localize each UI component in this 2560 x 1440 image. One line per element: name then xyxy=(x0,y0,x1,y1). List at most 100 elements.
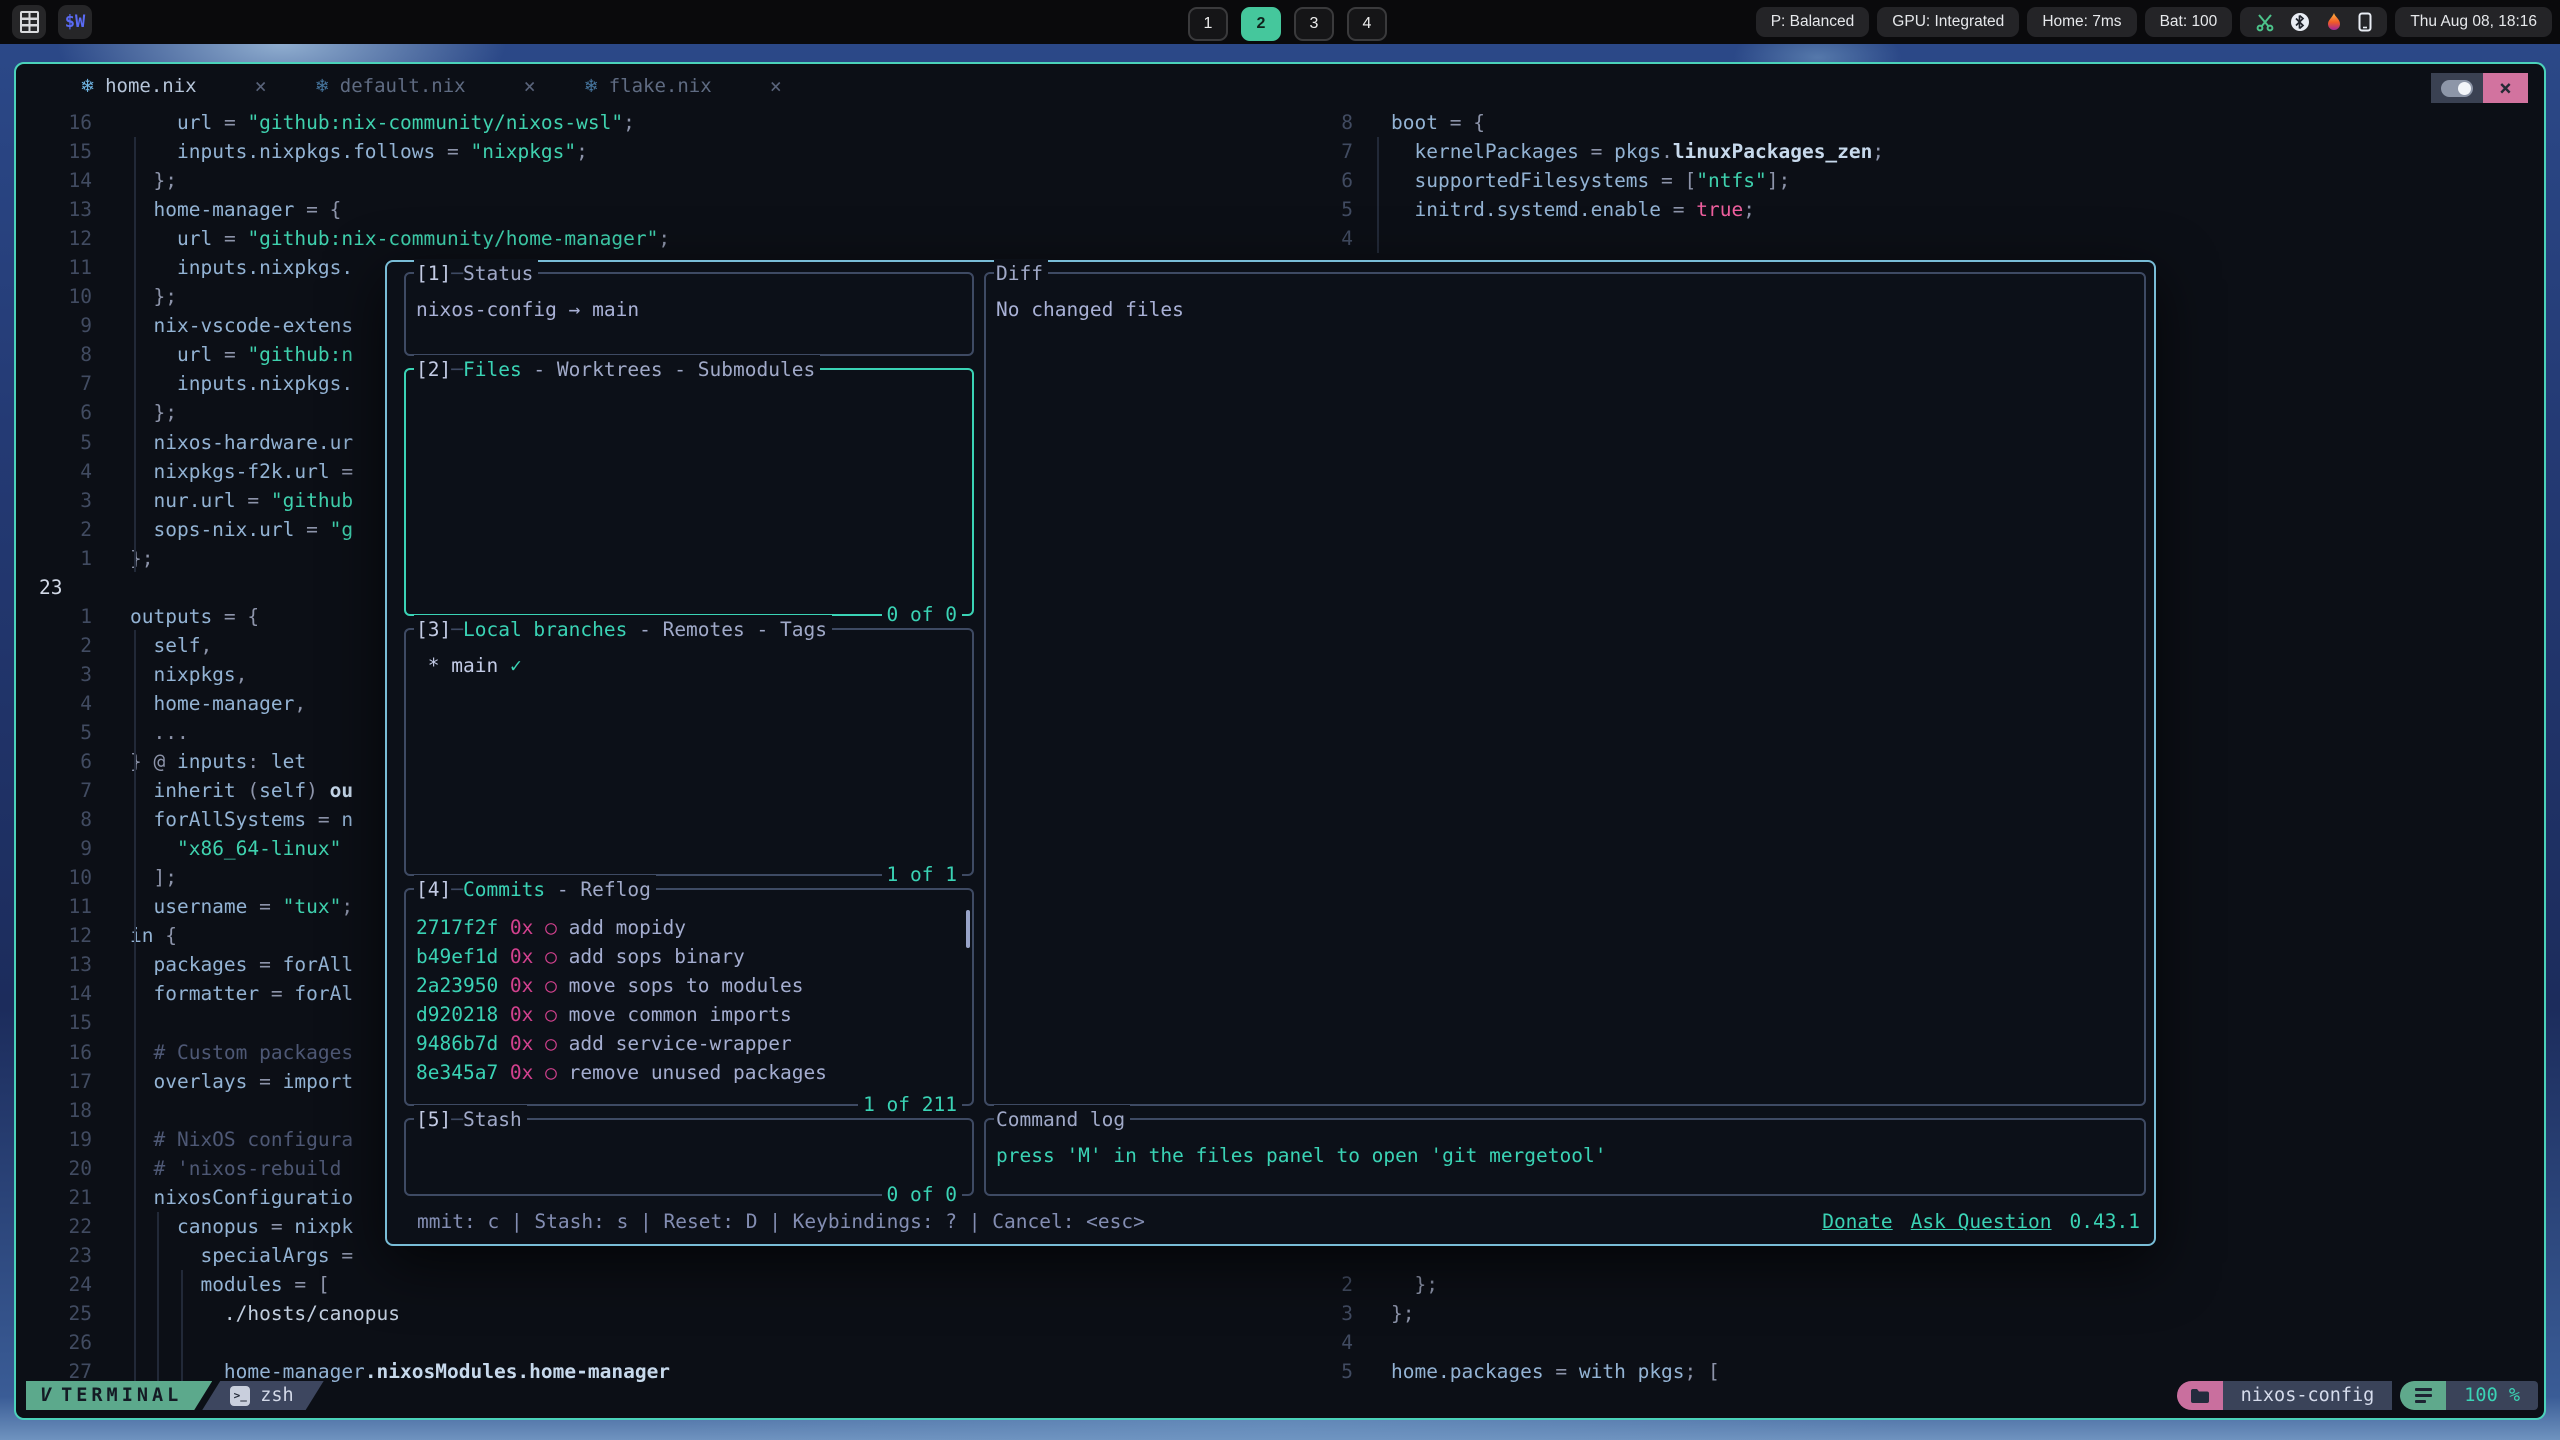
ask-question-link[interactable]: Ask Question xyxy=(1911,1207,2052,1236)
tab-close-icon[interactable]: × xyxy=(524,74,536,98)
commit-hash: b49ef1d xyxy=(416,942,510,971)
line-number: 10 xyxy=(16,282,92,311)
commit-row[interactable]: 9486b7d 0x ○ add service-wrapper xyxy=(416,1029,962,1058)
flame-icon xyxy=(2325,12,2343,32)
lazygit-stash-panel[interactable]: [5]─Stash 0 of 0 xyxy=(404,1118,974,1196)
commit-author-tag: 0x xyxy=(510,1000,545,1029)
commit-hash: 8e345a7 xyxy=(416,1058,510,1087)
phone-icon xyxy=(2358,12,2372,32)
workspace-button-1[interactable]: 1 xyxy=(1188,7,1228,41)
commits-count: 1 of 211 xyxy=(858,1090,962,1119)
branches-count: 1 of 1 xyxy=(882,860,962,889)
line-number: 8 xyxy=(16,340,92,369)
tab-home.nix[interactable]: ❄home.nix× xyxy=(80,74,267,98)
tab-default.nix[interactable]: ❄default.nix× xyxy=(315,74,536,98)
commit-message: add service-wrapper xyxy=(569,1029,792,1058)
code-text: supportedFilesystems = ["ntfs"]; xyxy=(1391,166,1790,195)
lazygit-commits-panel[interactable]: [4]─Commits - Reflog 2717f2f 0x ○ add mo… xyxy=(404,888,974,1106)
code-text: # 'nixos-rebuild xyxy=(130,1154,341,1183)
code-line: 4 xyxy=(1320,224,1884,253)
commit-graph-node: ○ xyxy=(545,913,568,942)
commit-message: remove unused packages xyxy=(569,1058,827,1087)
lazygit-branches-panel[interactable]: [3]─Local branches - Remotes - Tags * ma… xyxy=(404,628,974,876)
workspace-button-3[interactable]: 3 xyxy=(1294,7,1334,41)
line-number: 16 xyxy=(16,108,92,137)
commit-row[interactable]: d920218 0x ○ move common imports xyxy=(416,1000,962,1029)
code-text: } @ inputs: let xyxy=(130,747,306,776)
line-number: 3 xyxy=(16,660,92,689)
clock[interactable]: Thu Aug 08, 18:16 xyxy=(2395,7,2552,37)
line-number: 4 xyxy=(16,689,92,718)
code-text: forAllSystems = n xyxy=(130,805,353,834)
code-text: }; xyxy=(130,166,177,195)
line-number: 13 xyxy=(16,950,92,979)
commit-row[interactable]: 8e345a7 0x ○ remove unused packages xyxy=(416,1058,962,1087)
line-number: 20 xyxy=(16,1154,92,1183)
line-number: 2 xyxy=(16,631,92,660)
commits-scrollbar[interactable] xyxy=(966,910,970,948)
code-line: 4 xyxy=(1320,1328,1720,1357)
lazygit-command-log-panel[interactable]: Command log press 'M' in the files panel… xyxy=(984,1118,2146,1196)
system-tray[interactable] xyxy=(2240,7,2387,37)
code-text: packages = forAll xyxy=(130,950,353,979)
folder-segment xyxy=(2177,1381,2223,1410)
window-close-button[interactable]: × xyxy=(2483,73,2528,103)
code-line: 5 initrd.systemd.enable = true; xyxy=(1320,195,1884,224)
code-text: }; xyxy=(130,398,177,427)
line-number: 12 xyxy=(16,224,92,253)
tab-flake.nix[interactable]: ❄flake.nix× xyxy=(584,74,782,98)
status-pill[interactable]: P: Balanced xyxy=(1756,7,1870,37)
line-number: 6 xyxy=(16,398,92,427)
code-text: }; xyxy=(1391,1270,1438,1299)
code-text: # NixOS configura xyxy=(130,1125,353,1154)
line-number: 14 xyxy=(16,166,92,195)
indent-guide xyxy=(134,137,136,572)
code-text: nixpkgs, xyxy=(130,660,247,689)
editor-pane-right-top[interactable]: 8boot = {7 kernelPackages = pkgs.linuxPa… xyxy=(1320,108,1884,253)
code-text: }; xyxy=(1391,1299,1414,1328)
nix-snowflake-icon: ❄ xyxy=(315,76,330,97)
indent-guide xyxy=(157,1212,159,1382)
code-text: canopus = nixpk xyxy=(130,1212,353,1241)
line-number: 23 xyxy=(16,573,115,602)
commit-row[interactable]: b49ef1d 0x ○ add sops binary xyxy=(416,942,962,971)
line-number: 12 xyxy=(16,921,92,950)
commit-row[interactable]: 2717f2f 0x ○ add mopidy xyxy=(416,913,962,942)
code-text: in { xyxy=(130,921,177,950)
donate-link[interactable]: Donate xyxy=(1822,1207,1892,1236)
bluetooth-icon xyxy=(2290,12,2310,32)
editor-pane-right-bottom[interactable]: 2 };3};45home.packages = with pkgs; [ xyxy=(1320,1270,1720,1386)
status-pill[interactable]: GPU: Integrated xyxy=(1877,7,2019,37)
panel-title: Command log xyxy=(994,1105,1130,1134)
code-text: url = "github:nix-community/nixos-wsl"; xyxy=(130,108,635,137)
code-text: url = "github:nix-community/home-manager… xyxy=(130,224,670,253)
code-line: 12 url = "github:nix-community/home-mana… xyxy=(16,224,670,253)
branch-row[interactable]: * main ✓ xyxy=(416,651,964,680)
tab-close-icon[interactable]: × xyxy=(770,74,782,98)
status-pill[interactable]: Home: 7ms xyxy=(2027,7,2136,37)
window-toggle-button[interactable] xyxy=(2431,73,2483,103)
commit-row[interactable]: 2a23950 0x ○ move sops to modules xyxy=(416,971,962,1000)
code-line: 24 modules = [ xyxy=(16,1270,670,1299)
tab-close-icon[interactable]: × xyxy=(255,74,267,98)
code-line: 2 }; xyxy=(1320,1270,1720,1299)
lazygit-status-panel[interactable]: [1]─Status nixos-config → main xyxy=(404,272,974,356)
nix-snowflake-icon: ❄ xyxy=(80,76,95,97)
lazygit-diff-panel[interactable]: Diff No changed files xyxy=(984,272,2146,1106)
line-number: 10 xyxy=(16,863,92,892)
commit-message: add sops binary xyxy=(569,942,745,971)
workspace-button-2[interactable]: 2 xyxy=(1241,7,1281,41)
commit-graph-node: ○ xyxy=(545,942,568,971)
workspace-button-4[interactable]: 4 xyxy=(1347,7,1387,41)
code-text: nix-vscode-extens xyxy=(130,311,353,340)
logo-text: $W xyxy=(65,12,85,32)
line-number: 15 xyxy=(16,137,92,166)
line-number: 4 xyxy=(1320,224,1353,253)
app-launcher-button[interactable] xyxy=(12,5,46,39)
system-status-pills: P: BalancedGPU: Integrated Home: 7ms Bat: … xyxy=(1756,7,2233,37)
status-pill[interactable]: Bat: 100 xyxy=(2145,7,2233,37)
logo-button[interactable]: $W xyxy=(58,5,92,39)
code-text: home-manager, xyxy=(130,689,306,718)
terminal-window: ❄home.nix×❄default.nix×❄flake.nix× × 16 … xyxy=(14,62,2546,1420)
lazygit-files-panel[interactable]: [2]─Files - Worktrees - Submodules 0 of … xyxy=(404,368,974,616)
